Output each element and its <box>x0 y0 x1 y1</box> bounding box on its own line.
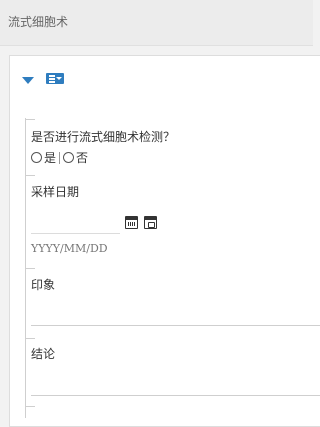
impression-input[interactable] <box>31 325 320 326</box>
conclusion-input[interactable] <box>31 395 320 396</box>
section-tick <box>25 119 35 120</box>
page-header: 流式细胞术 <box>0 0 313 46</box>
radio-no[interactable] <box>63 152 75 163</box>
section-tick <box>25 406 35 407</box>
radio-yes[interactable] <box>31 152 42 163</box>
impression-label: 印象 <box>31 278 56 292</box>
option-divider <box>59 151 61 164</box>
list-menu-icon[interactable] <box>46 73 64 84</box>
conclusion-label: 结论 <box>31 347 56 361</box>
form-card: 是否进行流式细胞术检测？ 是 否 采样日期 YYYY/MM/DD 印象 结论 <box>9 55 320 427</box>
radio-no-label: 否 <box>76 151 89 165</box>
sample-date-label: 采样日期 <box>31 185 80 199</box>
section-tick <box>25 175 35 176</box>
flow-cytometry-question-label: 是否进行流式细胞术检测？ <box>31 130 176 144</box>
calendar-clock-icon[interactable] <box>144 216 157 229</box>
caret-down-icon[interactable] <box>22 77 34 84</box>
section-tick <box>25 268 35 269</box>
date-format-hint: YYYY/MM/DD <box>31 242 108 255</box>
flow-cytometry-radio-group: 是 否 <box>31 149 88 166</box>
radio-yes-label: 是 <box>44 151 57 165</box>
calendar-icon[interactable] <box>125 216 138 229</box>
sample-date-input[interactable] <box>31 233 120 234</box>
page-title: 流式细胞术 <box>8 15 69 29</box>
section-tick <box>25 338 35 339</box>
